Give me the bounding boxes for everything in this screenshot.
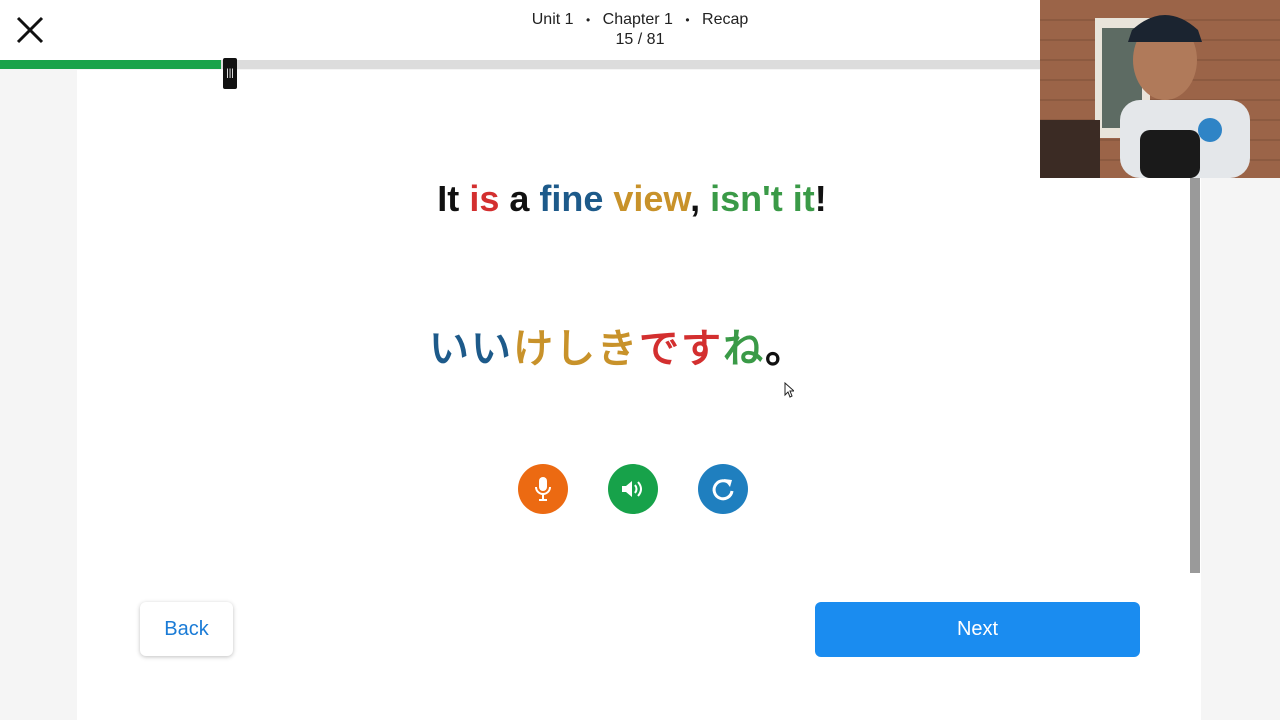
play-audio-button[interactable] bbox=[608, 464, 658, 514]
mouse-cursor bbox=[784, 381, 796, 403]
microphone-icon bbox=[535, 477, 551, 501]
speaker-icon bbox=[622, 481, 642, 497]
webcam-overlay bbox=[1040, 0, 1280, 178]
breadcrumb-separator: • bbox=[685, 13, 690, 27]
english-word[interactable]: It bbox=[437, 178, 459, 219]
japanese-word[interactable]: いい bbox=[429, 327, 513, 371]
english-word[interactable] bbox=[459, 178, 469, 219]
english-word[interactable]: fine bbox=[539, 178, 603, 219]
refresh-icon bbox=[712, 479, 734, 501]
english-word[interactable]: is bbox=[469, 178, 499, 219]
progress-track: ||| bbox=[0, 58, 1040, 89]
scrollbar[interactable] bbox=[1190, 178, 1200, 573]
replay-button[interactable] bbox=[698, 464, 748, 514]
next-button[interactable]: Next bbox=[815, 602, 1140, 657]
english-word[interactable]: view bbox=[613, 178, 690, 219]
english-word[interactable]: a bbox=[499, 178, 539, 219]
progress-handle[interactable]: ||| bbox=[223, 58, 237, 89]
progress-fill bbox=[0, 60, 221, 69]
breadcrumb-chapter: Chapter 1 bbox=[602, 11, 673, 28]
japanese-word[interactable]: 。 bbox=[765, 327, 807, 371]
japanese-word[interactable]: けしき bbox=[513, 327, 639, 371]
breadcrumb-unit: Unit 1 bbox=[531, 11, 574, 28]
english-word[interactable]: ! bbox=[815, 178, 827, 219]
back-button[interactable]: Back bbox=[140, 602, 233, 656]
breadcrumb-separator: • bbox=[585, 13, 591, 27]
japanese-word[interactable]: ね bbox=[723, 327, 765, 371]
japanese-sentence: いいけしきですね。 bbox=[0, 316, 1236, 374]
english-word[interactable] bbox=[603, 178, 613, 219]
breadcrumb-section: Recap bbox=[702, 11, 749, 28]
english-word[interactable]: isn't it bbox=[710, 178, 815, 219]
english-sentence: It is a fine view, isn't it! bbox=[0, 178, 1264, 220]
english-word[interactable]: , bbox=[690, 178, 710, 219]
record-button[interactable] bbox=[518, 464, 568, 514]
japanese-word[interactable]: です bbox=[639, 327, 723, 371]
